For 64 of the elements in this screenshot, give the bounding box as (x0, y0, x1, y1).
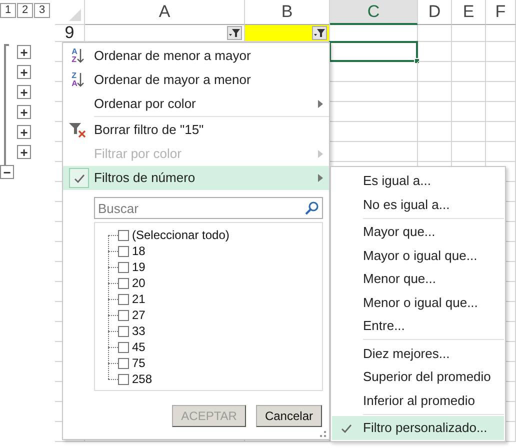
menu-item[interactable]: Ordenar por color (63, 92, 329, 116)
submenu-item[interactable]: Mayor que... (332, 220, 504, 244)
search-icon[interactable] (305, 201, 319, 215)
menu-item[interactable]: Filtros de número (63, 166, 329, 190)
submenu-item[interactable]: Filtro personalizado... (332, 416, 504, 440)
checkbox[interactable] (118, 358, 129, 368)
submenu-item[interactable]: Mayor o igual que... (332, 244, 504, 267)
checkbox[interactable] (118, 326, 129, 336)
search-field[interactable]: Buscar (94, 197, 323, 219)
value-label[interactable]: 75 (132, 354, 146, 372)
highlighted-cell[interactable] (245, 25, 330, 42)
filter-dropdown-button[interactable] (227, 26, 242, 40)
submenu-item[interactable]: Es igual a... (332, 169, 504, 192)
expand-button[interactable]: + (17, 65, 31, 79)
value-label[interactable]: 27 (132, 306, 146, 324)
expand-button[interactable]: + (17, 145, 31, 159)
value-label[interactable]: 19 (132, 258, 146, 276)
checkbox[interactable] (118, 262, 129, 272)
checkbox[interactable] (118, 374, 129, 384)
submenu-item[interactable]: Diez mejores... (332, 342, 504, 365)
column-header[interactable]: D (418, 0, 452, 25)
submenu-arrow-icon (318, 100, 323, 108)
column-header[interactable]: C (330, 0, 418, 25)
value-label[interactable]: 20 (132, 274, 146, 292)
checkbox[interactable] (118, 294, 129, 304)
outline-level-button[interactable]: 3 (34, 3, 50, 18)
checkbox[interactable] (118, 246, 129, 256)
checkbox[interactable] (118, 278, 129, 288)
resize-grip-icon[interactable] (320, 431, 326, 437)
menu-item[interactable]: Borrar filtro de "15" (63, 118, 329, 142)
expand-button[interactable]: + (17, 45, 31, 59)
collapse-button[interactable]: − (0, 165, 14, 179)
value-label[interactable]: 21 (132, 290, 146, 308)
submenu-item[interactable]: Entre... (332, 314, 504, 338)
value-label[interactable]: 33 (132, 322, 146, 340)
menu-item[interactable]: A Z Ordenar de menor a mayor (63, 44, 329, 68)
check-icon (69, 168, 89, 188)
submenu-item[interactable]: Menor o igual que... (332, 290, 504, 314)
value-label[interactable]: 258 (132, 370, 152, 388)
clear-filter-icon (68, 120, 88, 140)
submenu-item[interactable]: Superior del promedio (332, 365, 504, 388)
column-header[interactable]: F (486, 0, 516, 25)
checkbox[interactable] (118, 230, 129, 240)
filter-dropdown-button[interactable] (312, 26, 327, 40)
select-all-corner[interactable] (69, 9, 81, 21)
column-header[interactable]: E (452, 0, 486, 25)
outline-level-button[interactable]: 1 (0, 3, 16, 18)
checkbox[interactable] (118, 342, 129, 352)
column-header[interactable]: A (85, 0, 245, 25)
checkbox[interactable] (118, 310, 129, 320)
expand-button[interactable]: + (17, 125, 31, 139)
value-label[interactable]: 45 (132, 338, 146, 356)
value-label[interactable]: 18 (132, 242, 146, 260)
submenu-item[interactable]: Inferior al promedio (332, 388, 504, 412)
value-label[interactable]: (Seleccionar todo) (132, 226, 230, 244)
expand-button[interactable]: + (17, 85, 31, 99)
submenu-item[interactable]: Menor que... (332, 267, 504, 290)
cancel-button[interactable]: Cancelar (256, 405, 322, 427)
submenu-arrow-icon (318, 150, 323, 158)
outline-level-button[interactable]: 2 (17, 3, 33, 18)
expand-button[interactable]: + (17, 105, 31, 119)
menu-item[interactable]: Z A Ordenar de mayor a menor (63, 68, 329, 92)
submenu-item[interactable]: No es igual a... (332, 192, 504, 216)
submenu-arrow-icon (318, 174, 323, 182)
